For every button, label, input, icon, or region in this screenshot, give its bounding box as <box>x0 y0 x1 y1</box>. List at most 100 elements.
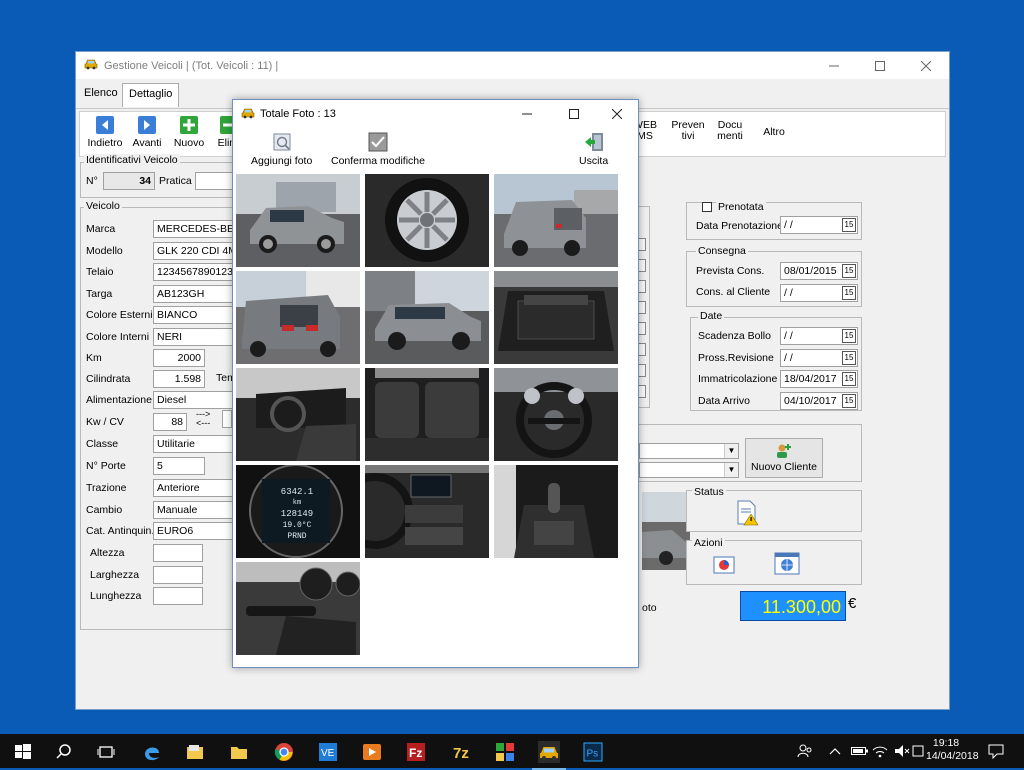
veicolo-field-value[interactable]: 5 <box>153 457 205 475</box>
veicolo-field-value[interactable] <box>153 587 203 605</box>
filezilla-icon[interactable]: Fz <box>405 741 427 763</box>
pratica-field[interactable] <box>195 172 233 190</box>
kw-arrows: ---> <--- <box>196 409 211 428</box>
prenotata-checkbox[interactable] <box>702 202 712 212</box>
cons-cliente-field[interactable]: / / 15 <box>780 284 858 302</box>
photo-thumb-car-side-right[interactable] <box>365 271 489 364</box>
photo-dialog-titlebar[interactable]: Totale Foto : 13 <box>233 100 638 128</box>
main-titlebar[interactable]: Gestione Veicoli | (Tot. Veicoli : 11) | <box>76 52 949 79</box>
calendar-icon[interactable]: 15 <box>842 218 856 232</box>
confirm-changes-button[interactable]: Conferma modifiche <box>331 132 425 167</box>
veicolo-field-value[interactable]: GLK 220 CDI 4MATIC <box>153 242 233 260</box>
search-icon[interactable] <box>53 741 75 763</box>
photo-close-button[interactable] <box>594 100 640 128</box>
odometer-unit: km <box>292 499 302 507</box>
veicolo-field-value[interactable]: EURO6 <box>153 522 233 540</box>
chart-pie-icon[interactable] <box>713 554 735 576</box>
altro-button[interactable]: Altro <box>752 126 796 138</box>
photo-thumb-car-rear-right[interactable] <box>236 271 360 364</box>
cv-field[interactable] <box>222 410 232 428</box>
veicolo-field-value[interactable]: NERI <box>153 328 233 346</box>
add-photo-button[interactable]: Aggiungi foto <box>251 132 312 167</box>
documenti-button[interactable]: Docu menti <box>708 120 752 142</box>
close-button[interactable] <box>903 52 949 79</box>
calendar-icon[interactable]: 15 <box>842 286 856 300</box>
7zip-icon[interactable]: 7z <box>449 741 471 763</box>
veicolo-field-value[interactable]: Anteriore <box>153 479 233 497</box>
folder-icon[interactable] <box>228 741 250 763</box>
cliente-select-2[interactable]: ▼ <box>639 462 739 478</box>
preventivi-button[interactable]: Preven tivi <box>666 120 710 142</box>
photo-thumb-dashboard-console[interactable] <box>365 465 489 558</box>
forward-button[interactable]: Avanti <box>124 116 170 149</box>
volume-muted-icon[interactable] <box>894 744 910 761</box>
date-row-field[interactable]: 18/04/2017 15 <box>780 370 858 388</box>
chevron-up-icon[interactable] <box>829 746 841 759</box>
calendar-icon[interactable]: 15 <box>842 351 856 365</box>
numero-field[interactable]: 34 <box>103 172 155 190</box>
people-icon[interactable] <box>797 744 813 761</box>
photoshop-icon[interactable]: Ps <box>582 741 604 763</box>
cliente-select-1[interactable]: ▼ <box>639 443 739 459</box>
photo-thumb-trunk-open[interactable] <box>494 271 618 364</box>
veicolo-field-value[interactable]: MERCEDES-BENZ <box>153 220 233 238</box>
veicolo-field-value[interactable]: Diesel <box>153 391 233 409</box>
photo-maximize-button[interactable] <box>551 100 597 128</box>
veicolo-field-value[interactable] <box>153 566 203 584</box>
currency-symbol: € <box>848 595 857 612</box>
veicolo-field-value[interactable]: 2000 <box>153 349 205 367</box>
veicolo-field-value[interactable]: Utilitarie <box>153 435 233 453</box>
veicolo-field-value[interactable] <box>153 544 203 562</box>
prevista-cons-field[interactable]: 08/01/2015 15 <box>780 262 858 280</box>
ve-app-icon[interactable]: VE <box>317 741 339 763</box>
web-globe-icon[interactable] <box>774 552 800 576</box>
windows-start-icon[interactable] <box>12 741 34 763</box>
file-explorer-icon[interactable] <box>184 741 206 763</box>
photo-minimize-button[interactable] <box>504 100 550 128</box>
date-row-field[interactable]: 04/10/2017 15 <box>780 392 858 410</box>
edge-browser-icon[interactable] <box>141 741 163 763</box>
maximize-button[interactable] <box>857 52 903 79</box>
plus-icon <box>180 116 198 134</box>
back-button[interactable]: Indietro <box>82 116 128 149</box>
photo-thumb-wheel-closeup[interactable] <box>365 174 489 267</box>
clock[interactable]: 19:18 14/04/2018 <box>926 737 979 763</box>
date-row-field[interactable]: / / 15 <box>780 327 858 345</box>
document-warning-icon[interactable] <box>735 500 759 526</box>
calendar-icon[interactable]: 15 <box>842 329 856 343</box>
minimize-button[interactable] <box>811 52 857 79</box>
data-prenotazione-field[interactable]: / / 15 <box>780 216 858 234</box>
photo-thumb-gear-shifter[interactable] <box>494 465 618 558</box>
photo-thumb-steering-wheel[interactable] <box>494 368 618 461</box>
photo-thumb-steering-column[interactable] <box>236 562 360 655</box>
price-field[interactable]: 11.300,00 <box>740 591 846 621</box>
date-row-field[interactable]: / / 15 <box>780 349 858 367</box>
veicolo-field-value[interactable]: 12345678901234567 <box>153 263 233 281</box>
photo-thumb-rear-seats[interactable] <box>365 368 489 461</box>
tab-dettaglio[interactable]: Dettaglio <box>122 83 180 107</box>
photo-thumb-car-front-left[interactable] <box>236 174 360 267</box>
photo-thumb-speedometer[interactable]: 6342.1 km 128149 19.0°C PRND <box>236 465 360 558</box>
calendar-icon[interactable]: 15 <box>842 264 856 278</box>
calendar-icon[interactable]: 15 <box>842 372 856 386</box>
nuovo-cliente-button[interactable]: Nuovo Cliente <box>745 438 823 478</box>
battery-icon[interactable] <box>851 746 869 759</box>
chrome-icon[interactable] <box>273 741 295 763</box>
veicolo-field-value[interactable]: AB123GH <box>153 285 233 303</box>
calendar-icon[interactable]: 15 <box>842 394 856 408</box>
task-view-icon[interactable] <box>95 741 117 763</box>
language-indicator[interactable] <box>912 744 924 761</box>
photo-thumb-interior-front-left[interactable] <box>236 368 360 461</box>
veicolo-field-value[interactable]: BIANCO <box>153 306 233 324</box>
car-app-icon[interactable] <box>532 741 566 770</box>
exit-button[interactable]: Uscita <box>579 132 608 167</box>
veicolo-field-value[interactable]: Manuale <box>153 501 233 519</box>
app-grid-icon[interactable] <box>494 741 516 763</box>
notifications-icon[interactable] <box>988 743 1004 762</box>
veicolo-field-value[interactable]: 88 <box>153 413 187 431</box>
veicolo-field-value[interactable]: 1.598 <box>153 370 205 388</box>
tab-elenco[interactable]: Elenco <box>78 83 124 107</box>
wifi-icon[interactable] <box>872 744 888 761</box>
media-player-icon[interactable] <box>361 741 383 763</box>
photo-thumb-car-rear-left[interactable] <box>494 174 618 267</box>
